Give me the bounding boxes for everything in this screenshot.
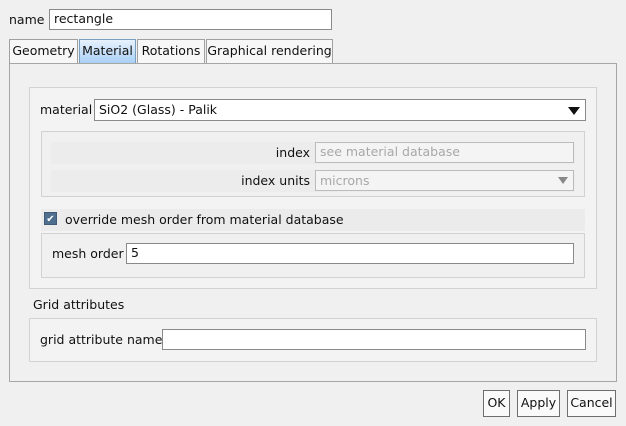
chevron-down-icon <box>568 107 580 115</box>
override-mesh-order-label[interactable]: override mesh order from material databa… <box>65 210 344 230</box>
index-units-dropdown[interactable]: microns <box>315 170 574 191</box>
material-dropdown[interactable]: SiO2 (Glass) - Palik <box>94 99 586 121</box>
mesh-order-input[interactable]: 5 <box>126 243 574 264</box>
index-label: index <box>275 145 310 160</box>
tab-graphical-rendering[interactable]: Graphical rendering <box>206 39 333 63</box>
index-units-value: microns <box>320 173 370 188</box>
tab-geometry[interactable]: Geometry <box>9 39 78 63</box>
grid-attribute-name-label: grid attribute name <box>40 332 163 347</box>
grid-attribute-name-input[interactable] <box>162 329 586 350</box>
chevron-down-icon <box>558 177 568 184</box>
grid-attributes-title: Grid attributes <box>33 297 125 312</box>
index-units-label: index units <box>241 173 310 188</box>
cancel-button[interactable]: Cancel <box>567 390 616 417</box>
tab-rotations[interactable]: Rotations <box>137 39 205 63</box>
mesh-order-label: mesh order <box>52 246 124 261</box>
name-label: name <box>9 12 45 27</box>
index-input[interactable]: see material database <box>315 142 574 163</box>
material-selected-value: SiO2 (Glass) - Palik <box>99 102 218 117</box>
ok-button[interactable]: OK <box>483 390 510 417</box>
tab-material[interactable]: Material <box>79 39 136 63</box>
apply-button[interactable]: Apply <box>517 390 560 417</box>
material-label: material <box>40 102 93 117</box>
name-input[interactable]: rectangle <box>49 9 332 30</box>
override-mesh-order-checkbox[interactable]: ✔ <box>44 212 57 225</box>
